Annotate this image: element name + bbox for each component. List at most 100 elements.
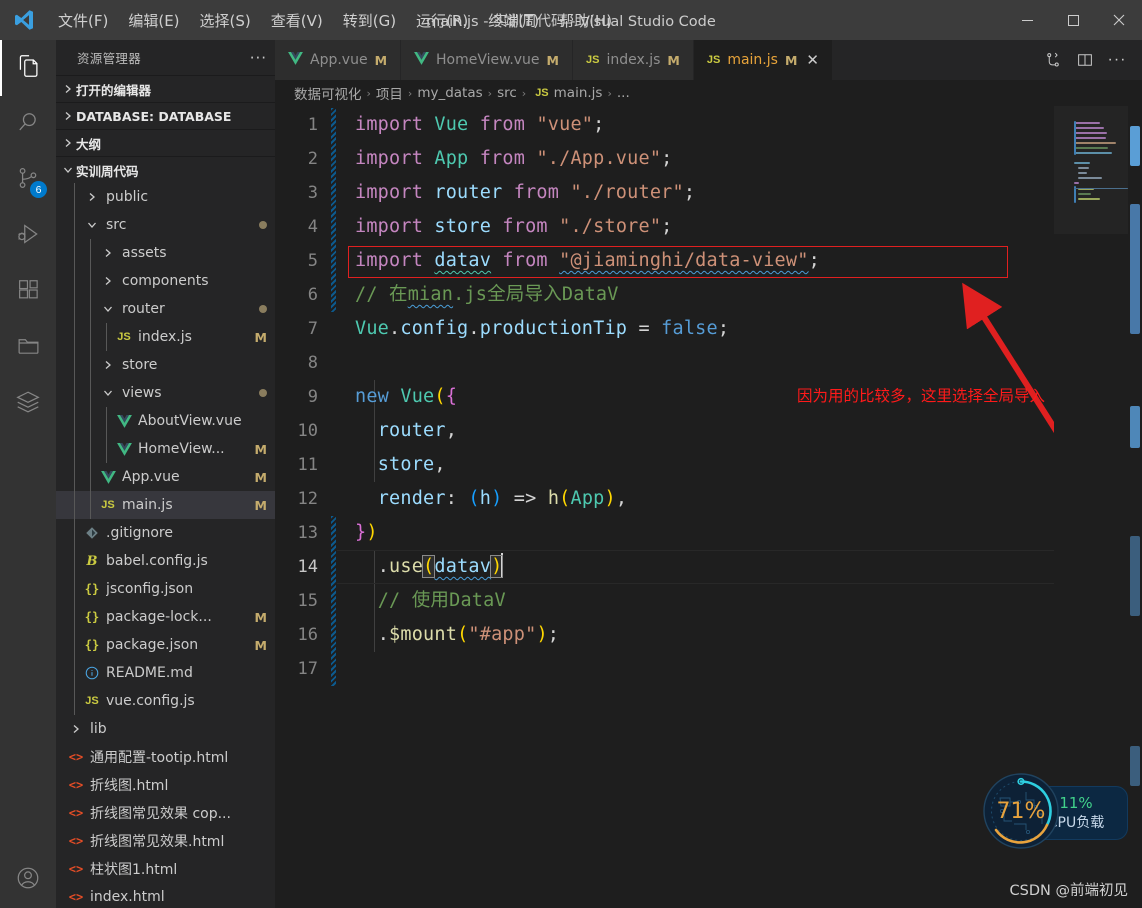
line-number: 10: [297, 421, 318, 441]
sidebar-section-database[interactable]: DATABASE: DATABASE: [56, 102, 275, 129]
sidebar-section-open-editors[interactable]: 打开的编辑器: [56, 75, 275, 102]
tree-item-折线图.html[interactable]: <> 折线图.html: [56, 771, 275, 799]
menu-item-view[interactable]: 查看(V): [261, 6, 333, 35]
minimap-line: [1078, 193, 1091, 195]
tree-item-README.md[interactable]: README.md: [56, 659, 275, 687]
tree-item-vue.config.js[interactable]: JS vue.config.js: [56, 687, 275, 715]
tree-item-lib[interactable]: lib: [56, 715, 275, 743]
breadcrumb-item-3[interactable]: src: [497, 85, 517, 101]
file-tree[interactable]: public src assets components router JS index.j…: [56, 183, 275, 908]
menu-item-terminal[interactable]: 终端(T): [478, 6, 549, 35]
minimap-slider[interactable]: [1054, 106, 1128, 234]
menu-item-help[interactable]: 帮助(H): [549, 6, 622, 35]
breadcrumb-item-2[interactable]: my_datas: [417, 85, 482, 101]
activity-item-source-control[interactable]: 6: [0, 152, 56, 208]
line-number: 15: [297, 591, 318, 611]
json-file-icon: {}: [84, 638, 100, 652]
cpu-monitor-widget[interactable]: 11% CPU负载 71%: [980, 772, 1130, 850]
tree-item-modified-badge: M: [254, 637, 267, 653]
more-actions-icon[interactable]: ···: [1104, 47, 1130, 73]
split-source-control-icon[interactable]: [1040, 47, 1066, 73]
tree-item-views[interactable]: views: [56, 379, 275, 407]
tree-item-package-lock...[interactable]: {} package-lock... M: [56, 603, 275, 631]
tree-item-assets[interactable]: assets: [56, 239, 275, 267]
breadcrumb[interactable]: 数据可视化 › 项目 › my_datas › src › JS main.js…: [275, 80, 1142, 106]
tree-item-index.js[interactable]: JS index.js M: [56, 323, 275, 351]
indent-guide: [74, 183, 75, 211]
tree-item-柱状图1.html[interactable]: <> 柱状图1.html: [56, 855, 275, 883]
tree-item-main.js[interactable]: JS main.js M: [56, 491, 275, 519]
activity-item-database-client[interactable]: [0, 376, 56, 432]
sidebar-section-project[interactable]: 实训周代码: [56, 156, 275, 183]
indent-guide: [74, 295, 75, 323]
sidebar-section-label: 打开的编辑器: [76, 82, 152, 98]
sidebar-more-icon[interactable]: ···: [250, 49, 267, 67]
tree-item-router[interactable]: router: [56, 295, 275, 323]
tree-item-public[interactable]: public: [56, 183, 275, 211]
tree-item-index.html[interactable]: <> index.html: [56, 883, 275, 908]
tree-item-babel.config.js[interactable]: Bbabel.config.js: [56, 547, 275, 575]
sidebar-section-outline[interactable]: 大纲: [56, 129, 275, 156]
close-button[interactable]: [1096, 0, 1142, 40]
line-number-gutter: 1 2 3 4 5 6 7 8 9 10 11 12 13 14 15 16 17: [275, 106, 337, 908]
indent-guide: [90, 407, 91, 435]
tree-item-折线图常见效果.html[interactable]: <> 折线图常见效果.html: [56, 827, 275, 855]
line-number: 17: [297, 659, 318, 679]
tree-item-jsconfig.json[interactable]: {} jsconfig.json: [56, 575, 275, 603]
tree-item-label: 柱状图1.html: [90, 862, 178, 878]
tree-item-components[interactable]: components: [56, 267, 275, 295]
scrollbar-overview-mark: [1130, 126, 1140, 166]
breadcrumb-item-1[interactable]: 项目: [376, 83, 403, 103]
tree-item-label: components: [122, 273, 209, 289]
activity-item-explorer[interactable]: [0, 40, 56, 96]
tree-item-src[interactable]: src: [56, 211, 275, 239]
activity-item-extensions[interactable]: [0, 264, 56, 320]
activity-item-accounts[interactable]: [0, 852, 56, 908]
maximize-button[interactable]: [1050, 0, 1096, 40]
editor-toolbar: ···: [1028, 40, 1142, 80]
tree-item-package.json[interactable]: {} package.json M: [56, 631, 275, 659]
account-icon: [15, 865, 41, 896]
menu-item-selection[interactable]: 选择(S): [190, 6, 261, 35]
tab-app-vue[interactable]: App.vue M: [275, 40, 402, 80]
activity-item-remote-explorer[interactable]: [0, 320, 56, 376]
code-line-2: import App from "./App.vue";: [355, 148, 673, 169]
split-editor-icon[interactable]: [1072, 47, 1098, 73]
tab-index-js[interactable]: JS index.js M: [573, 40, 694, 80]
breadcrumb-item-4[interactable]: main.js: [554, 85, 603, 101]
tab-main-js[interactable]: JS main.js M ✕: [693, 40, 833, 80]
tree-item-label: src: [106, 217, 127, 233]
activity-item-run-debug[interactable]: [0, 208, 56, 264]
activity-item-search[interactable]: [0, 96, 56, 152]
menu-item-file[interactable]: 文件(F): [48, 6, 118, 35]
breadcrumb-item-5[interactable]: ...: [617, 85, 630, 101]
tree-item-通用配置-tootip.html[interactable]: <> 通用配置-tootip.html: [56, 743, 275, 771]
minimap-line: [1074, 142, 1116, 144]
tree-item-label: .gitignore: [106, 525, 173, 541]
tree-item-store[interactable]: store: [56, 351, 275, 379]
tree-item-HomeView...[interactable]: HomeView... M: [56, 435, 275, 463]
tree-item-label: App.vue: [122, 469, 180, 485]
code-line-3: import router from "./router";: [355, 182, 696, 203]
code-editor[interactable]: 1 2 3 4 5 6 7 8 9 10 11 12 13 14 15 16 17 import Vue fro…: [275, 106, 1142, 908]
menu-item-go[interactable]: 转到(G): [333, 6, 406, 35]
minimap-highlight-bar: [1074, 121, 1076, 155]
tab-homeview-vue[interactable]: HomeView.vue M: [401, 40, 573, 80]
tree-item-AboutView.vue[interactable]: AboutView.vue: [56, 407, 275, 435]
menu-item-run[interactable]: 运行(R): [406, 6, 478, 35]
tree-item-label: store: [122, 357, 158, 373]
tree-item-折线图常见效果cop...[interactable]: <> 折线图常见效果 cop...: [56, 799, 275, 827]
tab-modified-badge: M: [374, 52, 388, 68]
editor-scrollbar[interactable]: [1128, 106, 1142, 908]
breadcrumb-item-0[interactable]: 数据可视化: [294, 83, 362, 103]
tree-item-change-dot: [259, 221, 267, 229]
indent-guide: [74, 463, 75, 491]
menu-bar[interactable]: 文件(F) 编辑(E) 选择(S) 查看(V) 转到(G) 运行(R) 终端(T…: [48, 6, 622, 35]
minimize-button[interactable]: [1004, 0, 1050, 40]
menu-item-edit[interactable]: 编辑(E): [118, 6, 189, 35]
tab-close-icon[interactable]: ✕: [806, 51, 819, 69]
tree-item-modified-badge: M: [254, 497, 267, 513]
tree-item-.gitignore[interactable]: .gitignore: [56, 519, 275, 547]
tree-item-App.vue[interactable]: App.vue M: [56, 463, 275, 491]
